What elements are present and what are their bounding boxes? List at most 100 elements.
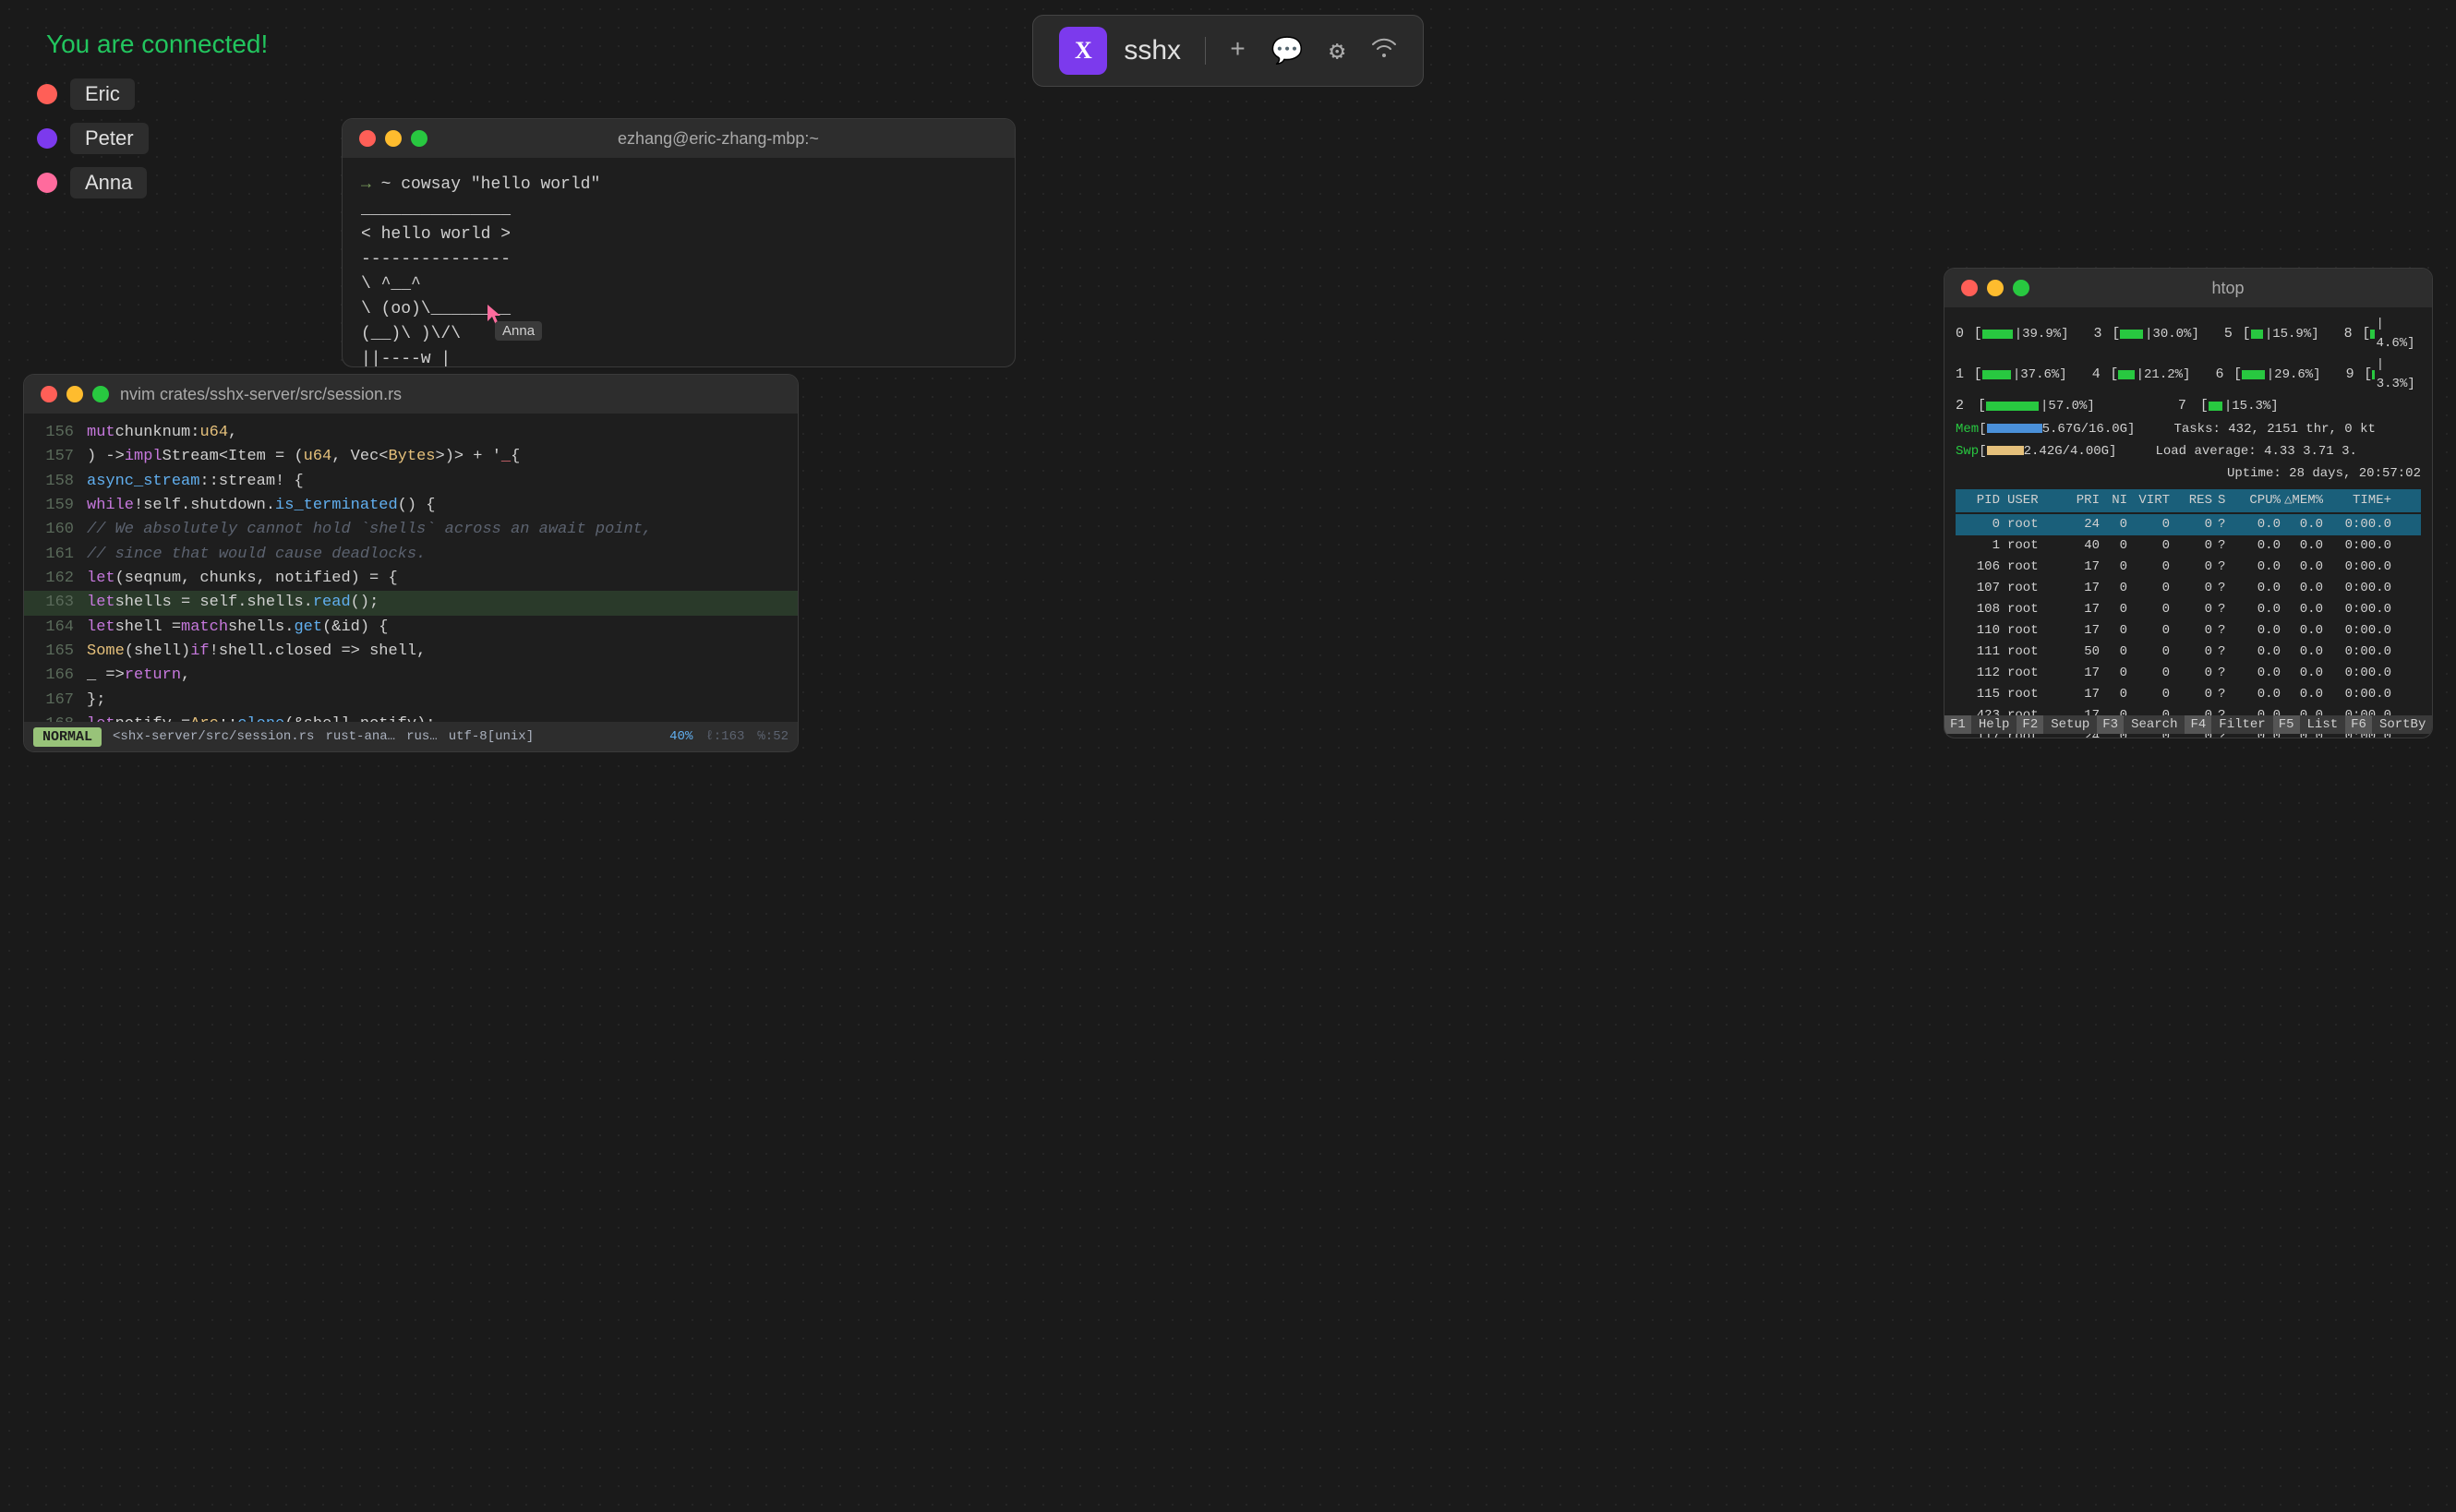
cowsay-out7: ||----w |: [361, 347, 996, 367]
htop-proc-107[interactable]: 107 root 17 0 0 0 ? 0.0 0.0 0:00.0: [1956, 578, 2421, 599]
htop-cpu-row3: 2[|57.0%] 7[|15.3%]: [1956, 396, 2421, 417]
nvim-titlebar: nvim crates/sshx-server/src/session.rs: [24, 375, 798, 414]
cursor-anna: Anna: [488, 305, 504, 330]
code-line-162: 162 let (seqnum, chunks, notified) = {: [24, 567, 798, 591]
code-line-166: 166 _ => return,: [24, 664, 798, 688]
anna-cursor-label: Anna: [495, 321, 542, 341]
htop-load: Load average: 4.33 3.71 3.: [2155, 444, 2356, 459]
htop-bar-fill-8: [2370, 330, 2374, 339]
cowsay-terminal-title: ezhang@eric-zhang-mbp:~: [439, 129, 998, 149]
htop-f3[interactable]: F3 Search: [2097, 712, 2185, 738]
htop-maximize-button[interactable]: [2013, 280, 2029, 296]
add-session-button[interactable]: +: [1230, 37, 1246, 66]
htop-uptime: Uptime: 28 days, 20:57:02: [2227, 466, 2421, 481]
htop-proc-0[interactable]: 0 root 24 0 0 0 ? 0.0 0.0 0:00.0: [1956, 514, 2421, 535]
htop-f1[interactable]: F1 Help: [1944, 712, 2017, 738]
app-name: sshx: [1124, 35, 1181, 66]
user-dot-anna: [37, 173, 57, 193]
nvim-traffic-lights: [41, 386, 109, 402]
user-item-eric: Eric: [37, 78, 149, 110]
htop-mem-bar: [1987, 424, 2042, 433]
htop-bar-fill-5: [2251, 330, 2263, 339]
htop-proc-115[interactable]: 115 root 17 0 0 0 ? 0.0 0.0 0:00.0: [1956, 684, 2421, 705]
title-actions: + 💬 ⚙: [1230, 35, 1397, 67]
htop-swp-line: Swp[2.42G/4.00G] Load average: 4.33 3.71…: [1956, 442, 2421, 462]
htop-proc-106[interactable]: 106 root 17 0 0 0 ? 0.0 0.0 0:00.0: [1956, 557, 2421, 578]
htop-minimize-button[interactable]: [1987, 280, 2004, 296]
nvim-terminal-body: 156mut chunknum: u64, 157) -> impl Strea…: [24, 414, 798, 752]
htop-traffic-lights: [1961, 280, 2029, 296]
htop-f5[interactable]: F5 List: [2273, 712, 2345, 738]
htop-f6[interactable]: F6 SortBy: [2345, 712, 2433, 738]
hello-world-text: hello world: [381, 225, 491, 244]
cowsay-traffic-lights: [359, 130, 427, 147]
htop-terminal-body: 0[|39.9%] 3[|30.0%] 5[|15.9%] 8[| 4.6%] …: [1944, 307, 2432, 738]
htop-bar-fill-9: [2372, 370, 2374, 379]
title-divider: [1205, 37, 1206, 65]
htop-proc-110[interactable]: 110 root 17 0 0 0 ? 0.0 0.0 0:00.0: [1956, 620, 2421, 642]
nvim-status-file: <shx-server/src/session.rs: [113, 729, 314, 744]
code-line-161: 161 // since that would cause deadlocks.: [24, 543, 798, 567]
htop-f2[interactable]: F2 Setup: [2017, 712, 2097, 738]
cowsay-out2: < hello world >: [361, 222, 996, 247]
cowsay-out4: \ ^__^: [361, 272, 996, 297]
nvim-status-percent: 40%: [669, 729, 692, 744]
htop-footer: F1 Help F2 Setup F3 Search F4 Filter F5 …: [1944, 712, 2432, 738]
code-line-164: 164 let shell = match shells.get(&id) {: [24, 616, 798, 640]
settings-button[interactable]: ⚙: [1330, 35, 1345, 67]
cowsay-maximize-button[interactable]: [411, 130, 427, 147]
htop-tasks: Tasks: 432, 2151 thr, 0 kt: [2173, 422, 2375, 437]
user-list: Eric Peter Anna: [37, 78, 149, 198]
user-name-peter: Peter: [70, 123, 149, 154]
cowsay-command-line: → ~ cowsay "hello world": [361, 173, 996, 198]
htop-swp-bar: [1987, 446, 2024, 455]
wifi-icon: [1371, 37, 1397, 66]
htop-f4[interactable]: F4 Filter: [2185, 712, 2272, 738]
htop-cpu-row2: 1[|37.6%] 4[|21.2%] 6[|29.6%] 9[| 3.3%]: [1956, 355, 2421, 394]
htop-bar-fill-2: [1986, 402, 2039, 411]
htop-proc-111[interactable]: 111 root 50 0 0 0 ? 0.0 0.0 0:00.0: [1956, 642, 2421, 663]
cowsay-titlebar: ezhang@eric-zhang-mbp:~: [343, 119, 1015, 158]
nvim-status-right: 40% ℓ:163 ℅:52: [669, 729, 789, 744]
cowsay-terminal-body: → ~ cowsay "hello world" _______________…: [343, 158, 1015, 367]
nvim-close-button[interactable]: [41, 386, 57, 402]
htop-bar-fill-7: [2209, 402, 2222, 411]
cowsay-close-button[interactable]: [359, 130, 376, 147]
prompt-arrow: →: [361, 175, 371, 194]
code-line-165: 165 Some(shell) if !shell.closed => shel…: [24, 640, 798, 664]
code-line-156: 156mut chunknum: u64,: [24, 421, 798, 445]
htop-bar-fill-3: [2120, 330, 2143, 339]
htop-proc-112[interactable]: 112 root 17 0 0 0 ? 0.0 0.0 0:00.0: [1956, 663, 2421, 684]
cowsay-out3: ---------------: [361, 247, 996, 272]
nvim-status-line: ℓ:163: [705, 729, 744, 744]
cowsay-out5: \ (oo)\________: [361, 297, 996, 322]
htop-proc-1[interactable]: 1 root 40 0 0 0 ? 0.0 0.0 0:00.0: [1956, 535, 2421, 557]
nvim-mode-badge: NORMAL: [33, 727, 102, 747]
htop-table-header: PID USER PRI NI VIRT RES S CPU% △MEM% TI…: [1956, 489, 2421, 512]
htop-mem-line: Mem[5.67G/16.0G] Tasks: 432, 2151 thr, 0…: [1956, 420, 2421, 439]
user-name-anna: Anna: [70, 167, 147, 198]
cowsay-command: ~ cowsay "hello world": [381, 175, 601, 194]
code-line-163: 163 let shells = self.shells.read();: [24, 591, 798, 615]
chat-button[interactable]: 💬: [1271, 35, 1304, 67]
top-bar: You are connected! X sshx + 💬 ⚙: [0, 0, 2456, 102]
htop-titlebar: htop: [1944, 269, 2432, 307]
cowsay-out1: _______________: [361, 198, 996, 222]
nvim-minimize-button[interactable]: [66, 386, 83, 402]
app-icon: X: [1059, 27, 1107, 75]
nvim-status-encoding: utf-8[unix]: [449, 729, 534, 744]
user-item-peter: Peter: [37, 123, 149, 154]
htop-bar-fill-4: [2118, 370, 2134, 379]
user-dot-eric: [37, 84, 57, 104]
htop-bar-fill-1: [1982, 370, 2011, 379]
code-line-167: 167 };: [24, 689, 798, 713]
app-title-area: X sshx + 💬 ⚙: [1032, 15, 1423, 87]
nvim-status-analyzer: rust-ana…: [325, 729, 395, 744]
htop-close-button[interactable]: [1961, 280, 1978, 296]
htop-proc-108[interactable]: 108 root 17 0 0 0 ? 0.0 0.0 0:00.0: [1956, 599, 2421, 620]
htop-cpu-row1: 0[|39.9%] 3[|30.0%] 5[|15.9%] 8[| 4.6%]: [1956, 315, 2421, 354]
nvim-maximize-button[interactable]: [92, 386, 109, 402]
htop-terminal: htop 0[|39.9%] 3[|30.0%] 5[|15.9%] 8[| 4…: [1944, 268, 2433, 738]
cowsay-minimize-button[interactable]: [385, 130, 402, 147]
htop-terminal-title: htop: [2041, 279, 2415, 298]
